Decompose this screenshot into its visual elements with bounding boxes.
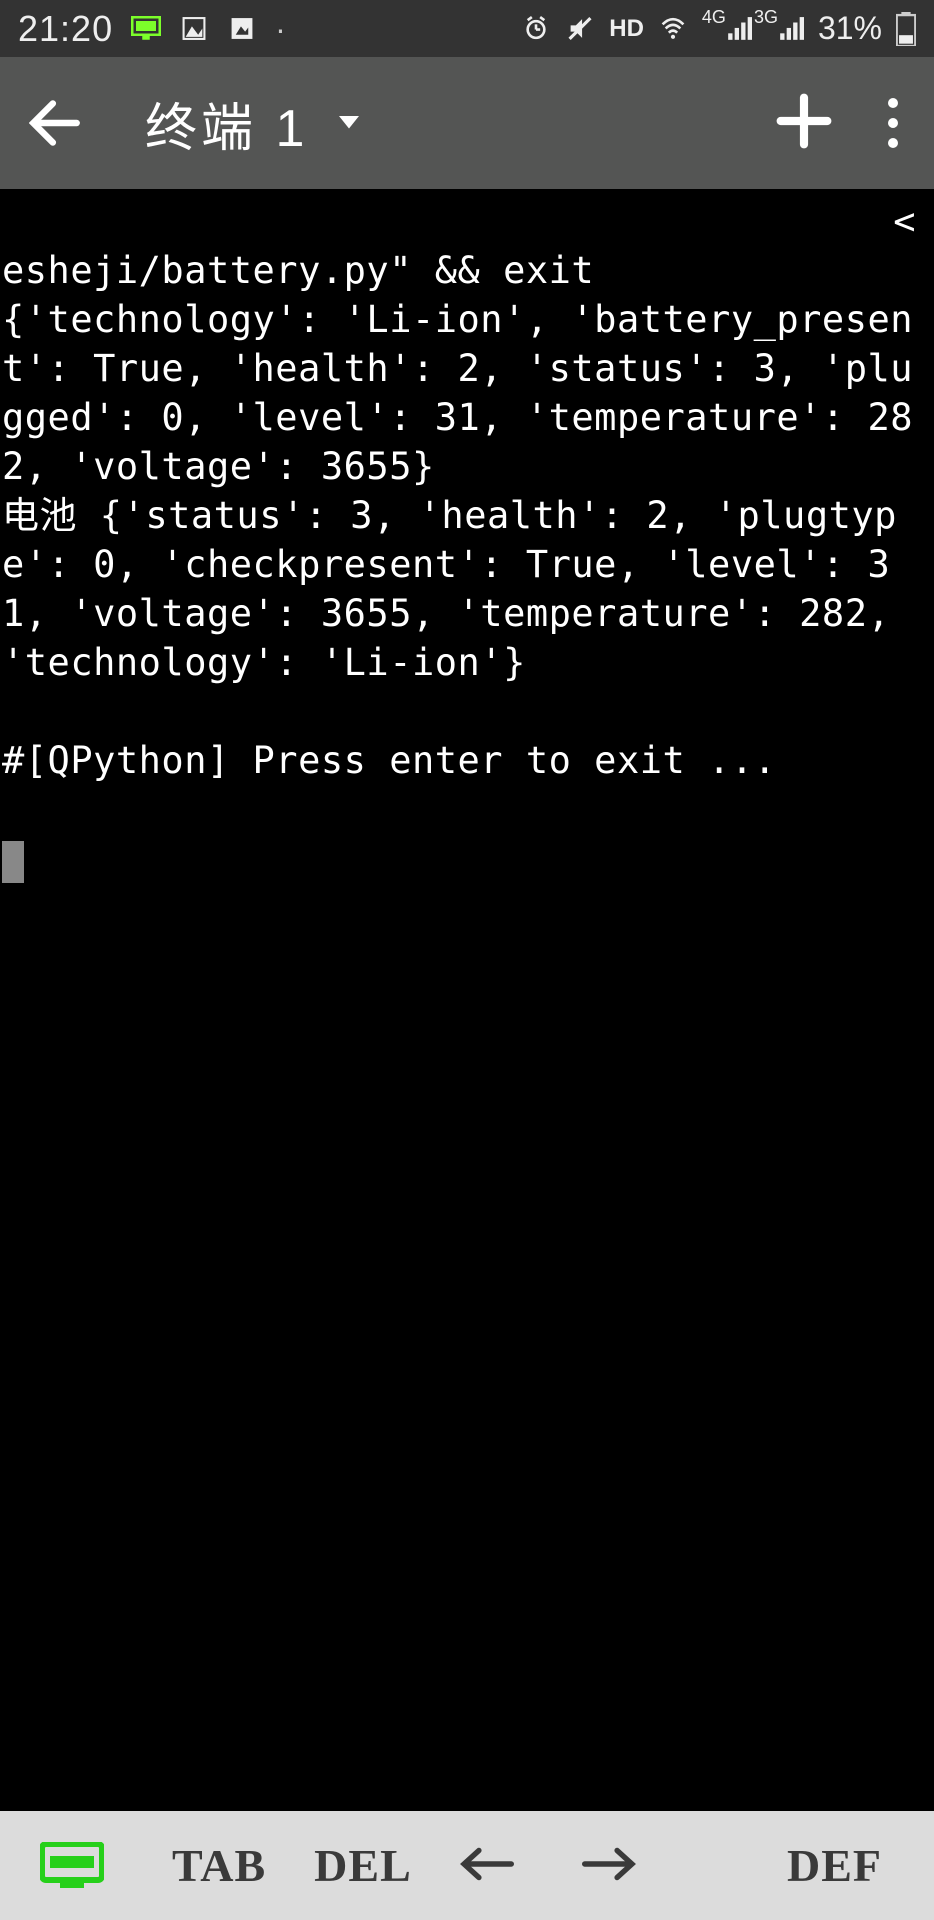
status-more-icon: · [275, 13, 286, 45]
app-bar: 终端 1 [0, 57, 934, 189]
terminal-cursor [2, 841, 24, 883]
status-right: HD 4G 3G 31% [521, 10, 916, 47]
terminal-line-prompt: #[QPython] Press enter to exit ... [2, 739, 776, 782]
def-key-label: DEF [787, 1840, 882, 1891]
battery-icon [896, 12, 916, 46]
terminal-title: 终端 1 [145, 86, 308, 161]
terminal-view[interactable]: < esheji/battery.py" && exit {'technology… [0, 189, 934, 1811]
overflow-menu-button[interactable] [872, 88, 914, 158]
image-icon [179, 16, 209, 41]
del-key-label: DEL [314, 1840, 412, 1891]
hd-indicator: HD [609, 15, 644, 43]
arrow-left-icon [29, 97, 81, 149]
right-arrow-key[interactable] [558, 1839, 660, 1892]
screen-active-icon [131, 16, 161, 41]
more-vert-icon [888, 118, 898, 128]
terminal-line-dict1: {'technology': 'Li-ion', 'battery_presen… [2, 298, 913, 488]
terminal-line-cmd: esheji/battery.py" && exit [2, 249, 594, 292]
net1-label: 4G [702, 7, 726, 28]
arrow-right-icon [582, 1847, 636, 1881]
wifi-icon [658, 16, 688, 41]
more-vert-icon [888, 98, 898, 108]
image-alt-icon [227, 16, 257, 41]
tab-key-label: TAB [172, 1840, 266, 1891]
back-button[interactable] [20, 88, 90, 158]
more-vert-icon [888, 138, 898, 148]
battery-percent: 31% [818, 10, 882, 47]
left-arrow-key[interactable] [436, 1839, 538, 1892]
extra-keys-row: TAB DEL DEF [0, 1811, 934, 1920]
def-key[interactable]: DEF [763, 1839, 934, 1892]
keyboard-icon[interactable] [40, 1842, 104, 1890]
new-tab-button[interactable] [776, 93, 832, 154]
chevron-down-icon [334, 106, 364, 141]
status-time: 21:20 [18, 8, 113, 50]
title-dropdown[interactable]: 终端 1 [145, 86, 364, 161]
terminal-corner-char: < [893, 197, 916, 246]
terminal-line-dict2: 电池 {'status': 3, 'health': 2, 'plugtype'… [2, 494, 913, 684]
status-left: 21:20 · [18, 8, 286, 50]
tab-key[interactable]: TAB [148, 1839, 290, 1892]
signal-bars-2-icon [778, 16, 804, 42]
mute-icon [565, 16, 595, 41]
signal-bars-1-icon [726, 16, 752, 42]
alarm-icon [521, 16, 551, 41]
plus-icon [776, 93, 832, 149]
status-bar: 21:20 · HD 4G 3G 31% [0, 0, 934, 57]
arrow-left-icon [460, 1847, 514, 1881]
del-key[interactable]: DEL [290, 1839, 436, 1892]
net2-label: 3G [754, 7, 778, 28]
signal-group: 4G 3G [702, 16, 804, 42]
